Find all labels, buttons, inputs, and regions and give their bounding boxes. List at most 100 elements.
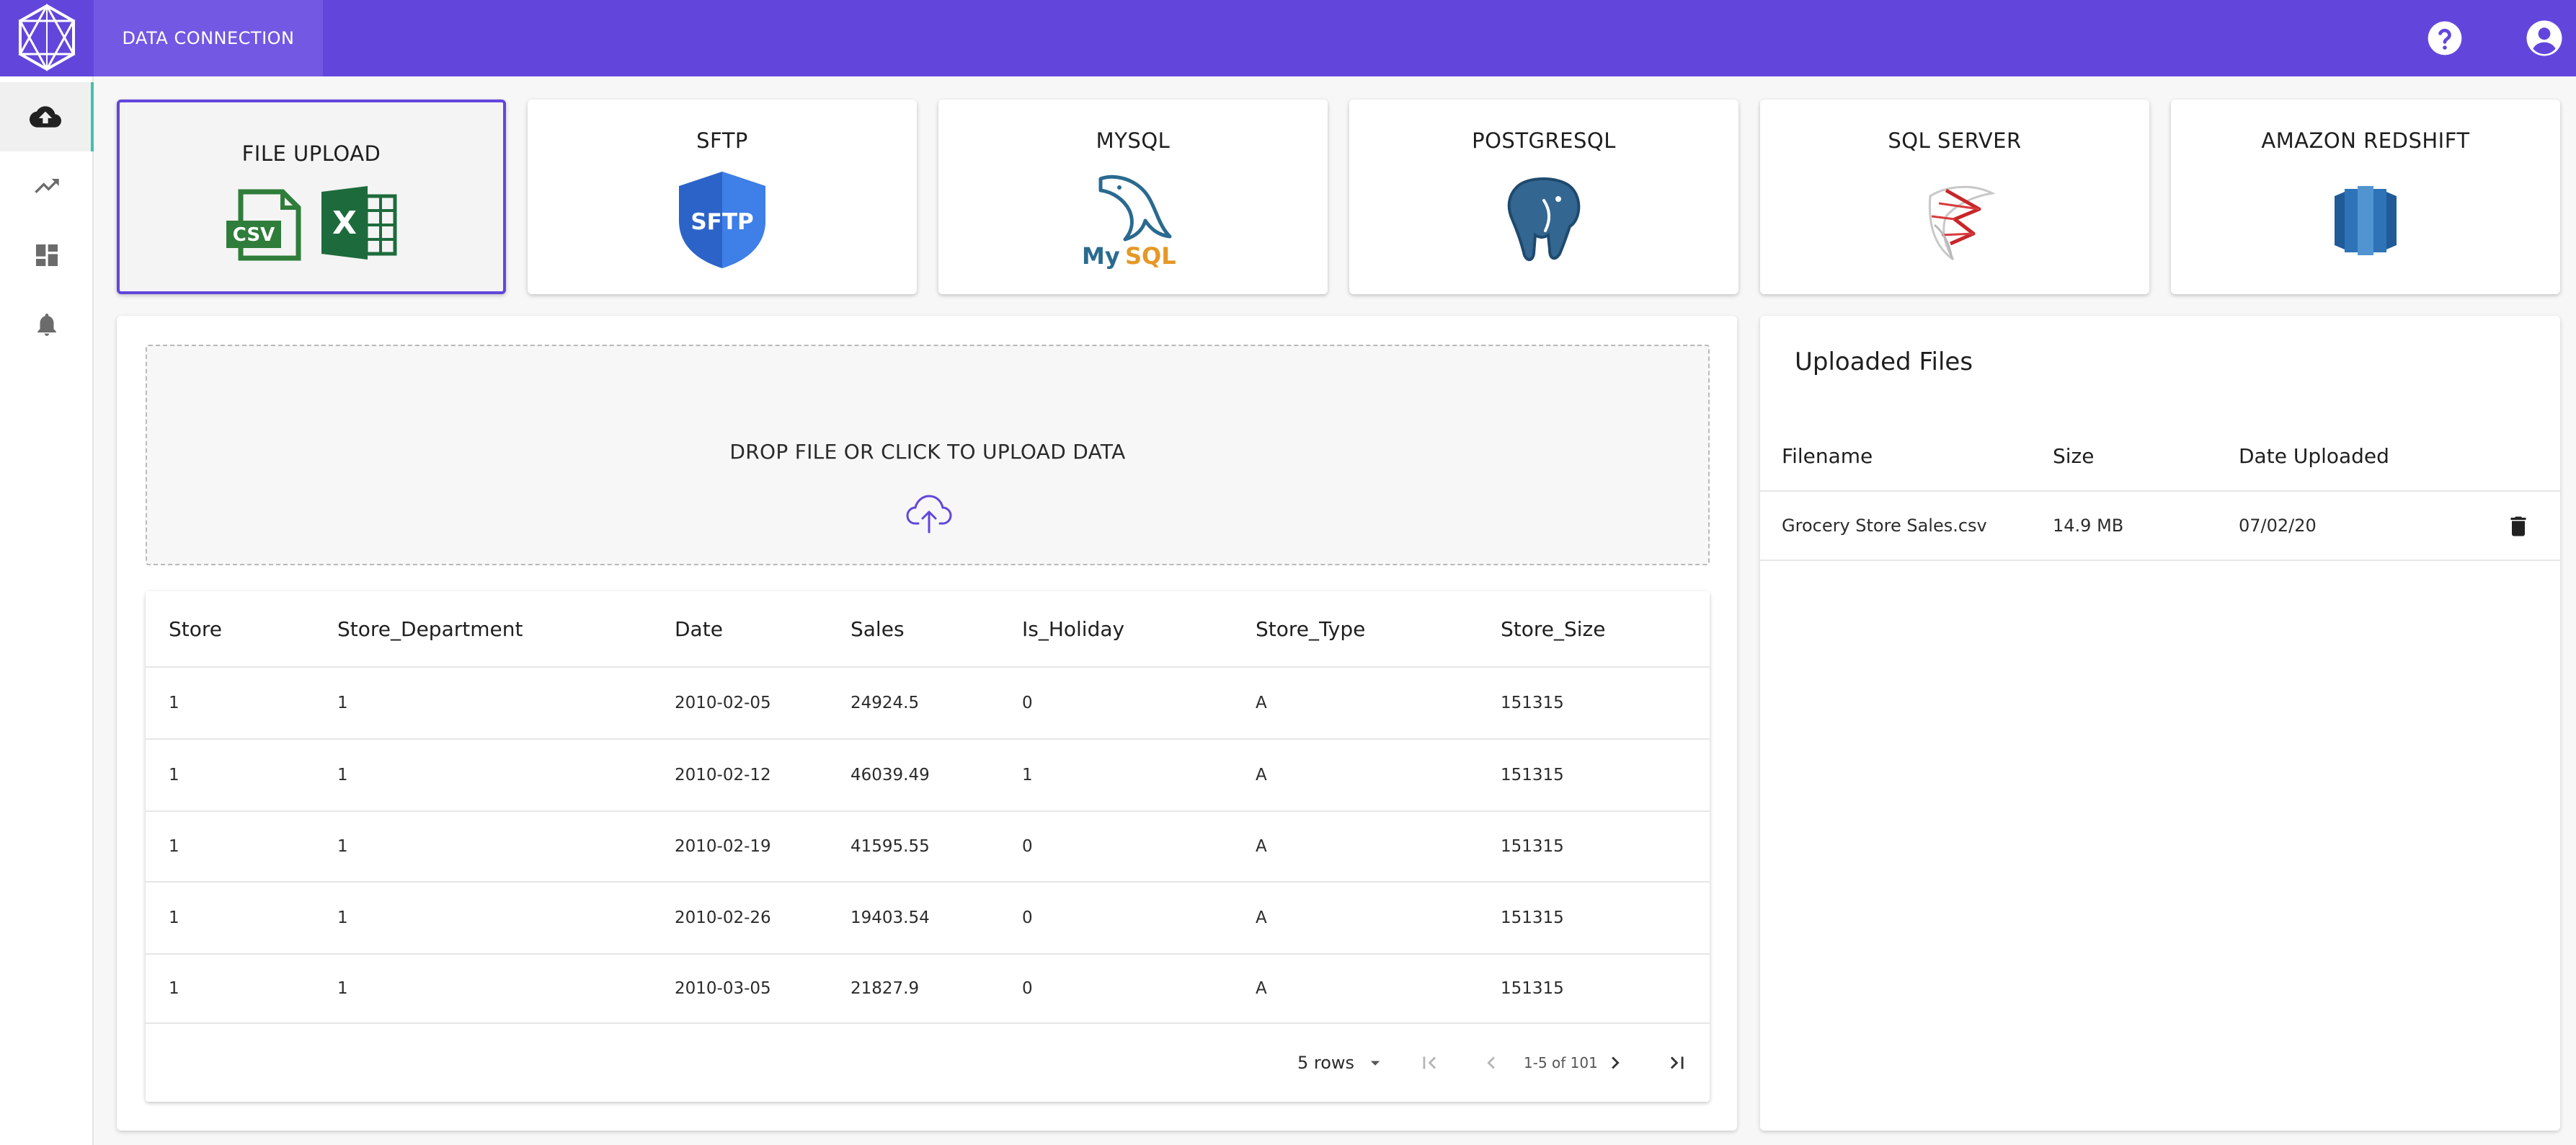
table-cell: 0 — [1022, 694, 1033, 712]
rail-item-trends[interactable] — [0, 151, 94, 221]
table-row: 1 1 2010-02-12 46039.49 1 A 151315 — [146, 740, 1710, 812]
mysql-wordmark-sql: SQL — [1125, 242, 1176, 270]
upload-panel: DROP FILE OR CLICK TO UPLOAD DATA Store … — [117, 316, 1737, 1131]
column-header-date[interactable]: Date — [675, 591, 723, 666]
table-cell: 1 — [337, 909, 348, 927]
dashboard-icon — [36, 244, 58, 266]
table-cell: 46039.49 — [850, 766, 930, 784]
tab-data-connection[interactable]: DATA CONNECTION — [94, 0, 323, 76]
column-header-date-uploaded[interactable]: Date Uploaded — [2239, 421, 2389, 490]
chevron-down-icon — [1370, 1061, 1380, 1066]
account-circle-icon — [2526, 20, 2562, 56]
column-header-store[interactable]: Store — [169, 591, 222, 666]
table-cell: 151315 — [1501, 766, 1564, 784]
table-pagination: 5 rows 1-5 of 101 — [146, 1024, 1710, 1102]
postgresql-elephant-icon — [1502, 174, 1586, 264]
delete-file-button[interactable] — [2500, 508, 2537, 545]
source-card-postgresql[interactable]: POSTGRESQL — [1349, 100, 1738, 294]
rail-item-dashboard[interactable] — [0, 221, 94, 290]
table-header-row: Store Store_Department Date Sales Is_Hol… — [146, 591, 1710, 668]
column-header-store-department[interactable]: Store_Department — [337, 591, 523, 666]
table-cell: 151315 — [1501, 694, 1564, 712]
table-cell: 1 — [169, 837, 179, 856]
account-button[interactable] — [2521, 15, 2567, 61]
column-header-store-type[interactable]: Store_Type — [1256, 591, 1365, 666]
table-cell: 24924.5 — [850, 694, 920, 712]
table-cell: A — [1256, 766, 1267, 784]
sql-server-icon — [1910, 174, 1999, 265]
table-row: 1 1 2010-02-19 41595.55 0 A 151315 — [146, 812, 1710, 883]
trash-icon — [2510, 516, 2526, 536]
table-cell: 2010-02-12 — [675, 766, 771, 784]
table-cell: 19403.54 — [850, 909, 930, 927]
table-cell: 2010-02-05 — [675, 694, 771, 712]
source-card-label: POSTGRESQL — [1472, 128, 1616, 153]
table-cell: 21827.9 — [850, 979, 920, 998]
cloud-upload-outline-icon — [906, 495, 952, 534]
files-header-row: Filename Size Date Uploaded — [1760, 421, 2560, 492]
file-row[interactable]: Grocery Store Sales.csv 14.9 MB 07/02/20 — [1760, 492, 2560, 561]
help-circle-icon — [2428, 21, 2462, 56]
first-page-button[interactable] — [1410, 1043, 1449, 1082]
table-cell: 1 — [169, 979, 179, 998]
table-cell: 1 — [169, 766, 179, 784]
file-dropzone[interactable]: DROP FILE OR CLICK TO UPLOAD DATA — [146, 345, 1710, 565]
table-cell: 1 — [337, 979, 348, 998]
table-cell: 0 — [1022, 909, 1033, 927]
help-button[interactable] — [2422, 15, 2468, 61]
csv-badge-text: CSV — [233, 224, 275, 246]
table-row: 1 1 2010-02-05 24924.5 0 A 151315 — [146, 668, 1710, 740]
rows-per-page-select[interactable]: 5 rows — [1297, 1024, 1386, 1102]
file-name: Grocery Store Sales.csv — [1782, 516, 1987, 536]
table-cell: 41595.55 — [850, 837, 930, 856]
chevron-left-icon — [1487, 1056, 1495, 1069]
column-header-is-holiday[interactable]: Is_Holiday — [1022, 591, 1124, 666]
table-cell: 1 — [337, 694, 348, 712]
table-cell: 151315 — [1501, 837, 1564, 856]
table-cell: 1 — [337, 837, 348, 856]
file-date-uploaded: 07/02/20 — [2239, 516, 2317, 536]
table-cell: 1 — [169, 694, 179, 712]
table-row: 1 1 2010-03-05 21827.9 0 A 151315 — [146, 955, 1710, 1024]
last-page-button[interactable] — [1658, 1043, 1697, 1082]
table-cell: A — [1256, 909, 1267, 927]
table-cell: 2010-02-26 — [675, 909, 771, 927]
source-card-sql-server[interactable]: SQL SERVER — [1760, 100, 2149, 294]
rail-item-upload[interactable] — [0, 82, 94, 151]
table-cell: 1 — [1022, 766, 1033, 784]
side-nav-rail — [0, 76, 94, 1145]
uploaded-files-panel: Uploaded Files Filename Size Date Upload… — [1760, 316, 2560, 1131]
file-size: 14.9 MB — [2053, 516, 2124, 536]
column-header-store-size[interactable]: Store_Size — [1501, 591, 1605, 666]
column-header-filename[interactable]: Filename — [1782, 421, 1873, 490]
redshift-icon — [2335, 186, 2397, 255]
table-cell: A — [1256, 837, 1267, 856]
trending-up-icon — [35, 179, 59, 193]
source-card-amazon-redshift[interactable]: AMAZON REDSHIFT — [2171, 100, 2560, 294]
chevron-right-icon — [1612, 1056, 1620, 1069]
first-page-icon — [1423, 1056, 1436, 1069]
bell-icon — [37, 313, 56, 336]
previous-page-button[interactable] — [1472, 1043, 1511, 1082]
data-preview-table: Store Store_Department Date Sales Is_Hol… — [146, 591, 1710, 1102]
source-card-sftp[interactable]: SFTP SFTP — [528, 100, 917, 294]
source-card-file-upload[interactable]: FILE UPLOAD CSV X — [117, 100, 506, 294]
table-cell: 151315 — [1501, 979, 1564, 998]
tab-data-connection-label: DATA CONNECTION — [122, 28, 295, 48]
sftp-shield-icon: SFTP — [673, 169, 771, 271]
source-card-label: FILE UPLOAD — [241, 141, 381, 166]
source-card-mysql[interactable]: MYSQL My SQL — [938, 100, 1328, 294]
column-header-size[interactable]: Size — [2053, 421, 2094, 490]
next-page-button[interactable] — [1596, 1043, 1635, 1082]
cloud-upload-icon — [30, 106, 61, 128]
mysql-wordmark-my: My — [1082, 242, 1120, 270]
app-bar: DATA CONNECTION — [0, 0, 2576, 76]
rail-item-notifications[interactable] — [0, 290, 94, 359]
table-cell: A — [1256, 694, 1267, 712]
table-row: 1 1 2010-02-26 19403.54 0 A 151315 — [146, 883, 1710, 955]
rows-per-page-value: 5 rows — [1297, 1053, 1355, 1073]
column-header-sales[interactable]: Sales — [850, 591, 905, 666]
page-range-text: 1-5 of 101 — [1524, 1054, 1598, 1071]
table-cell: 151315 — [1501, 909, 1564, 927]
geometric-logo-icon[interactable] — [16, 3, 78, 72]
